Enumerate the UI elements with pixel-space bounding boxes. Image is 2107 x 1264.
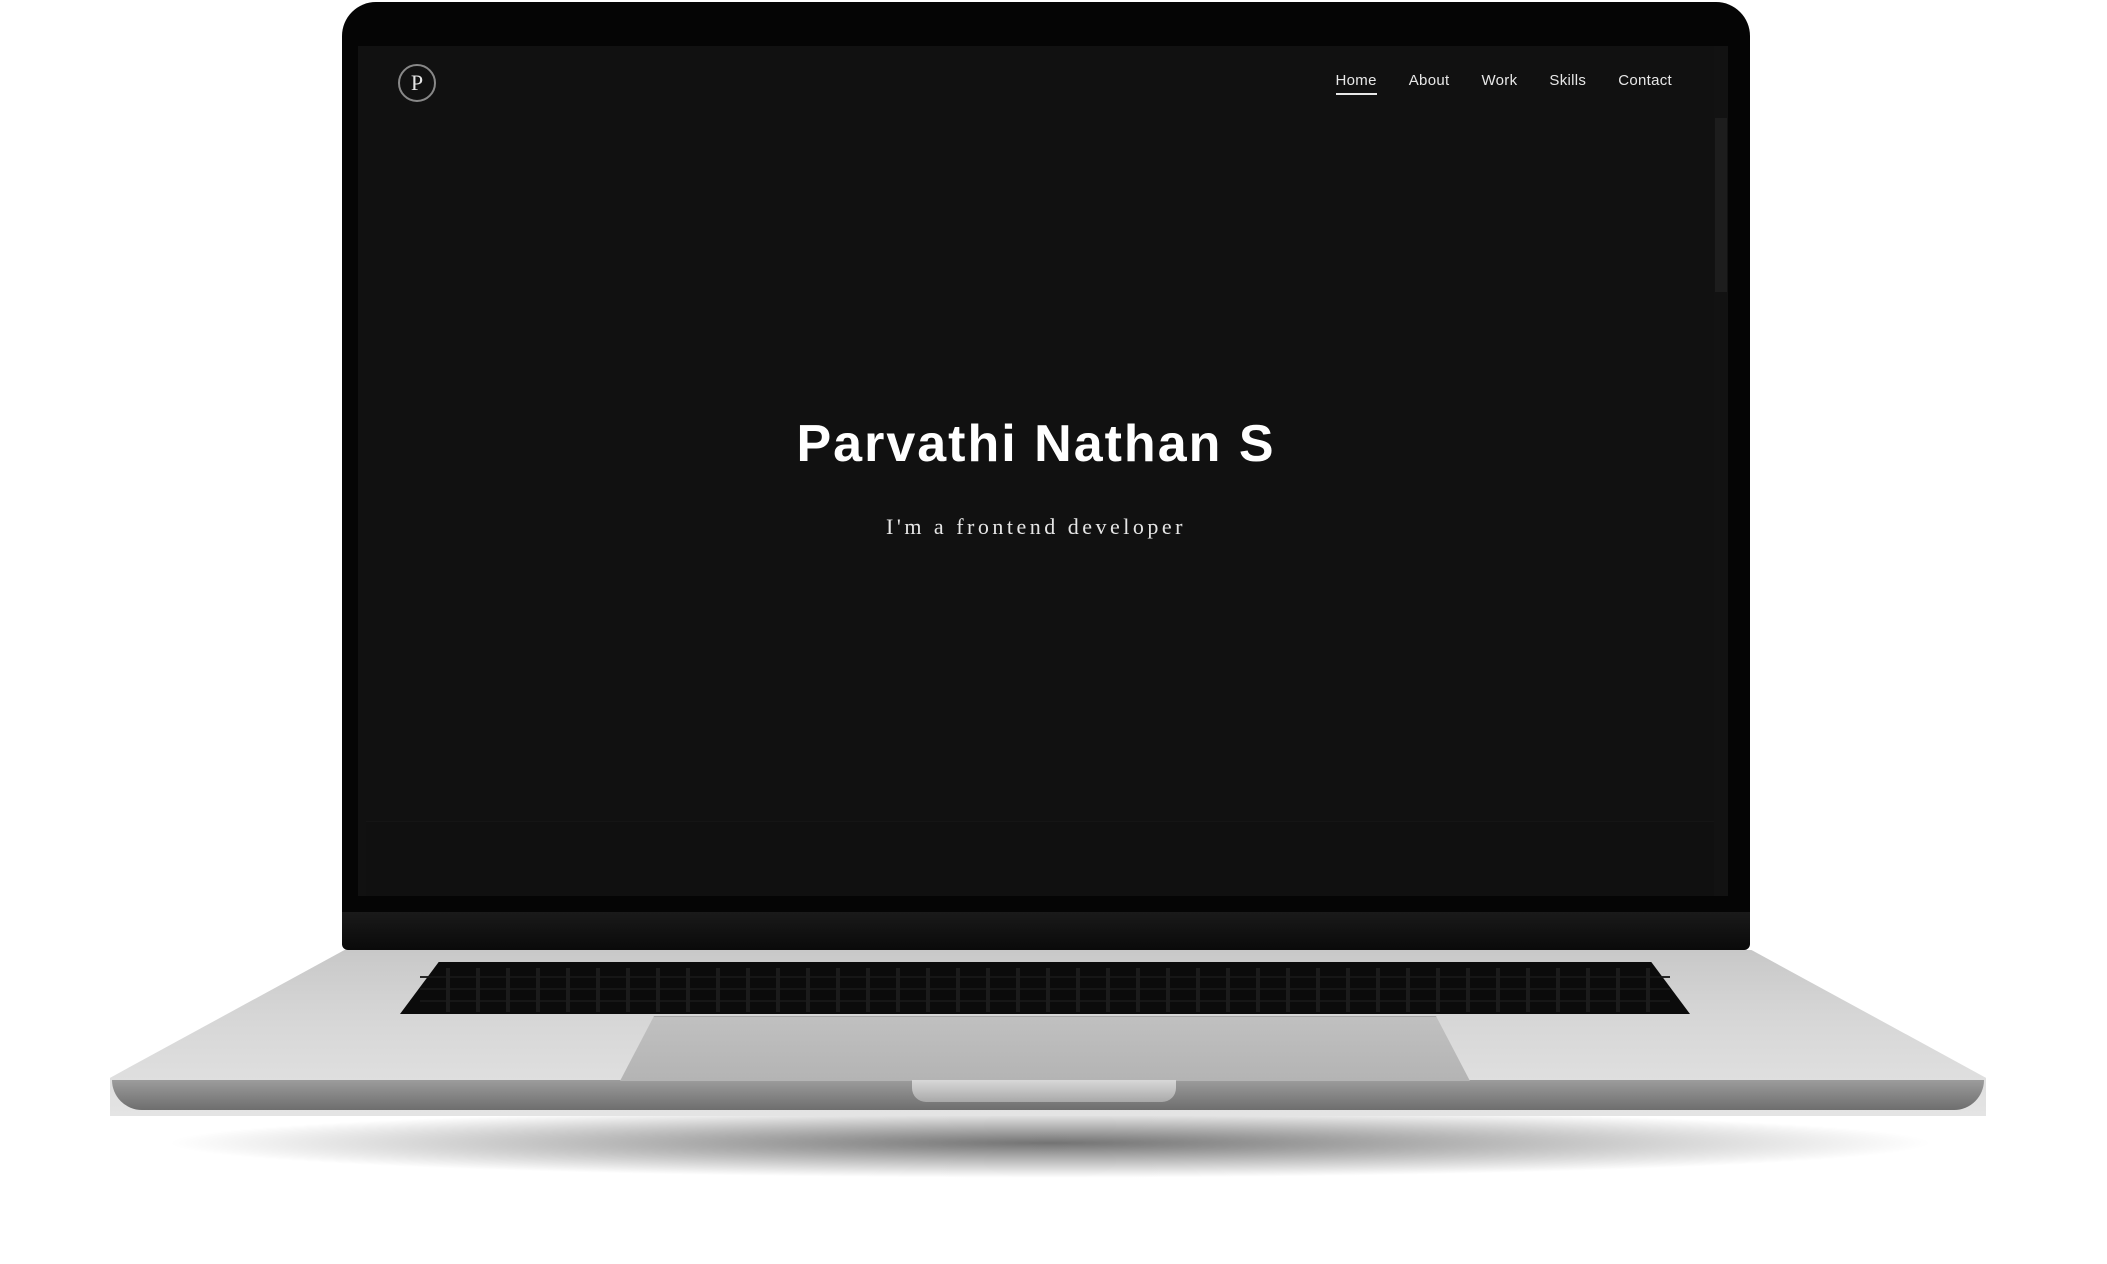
nav-about-link[interactable]: About [1393,72,1466,95]
scrollbar-thumb[interactable] [1715,118,1727,292]
keyboard-keys [420,968,1670,1012]
nav-contact-link[interactable]: Contact [1602,72,1688,95]
logo-icon[interactable]: P [398,64,436,102]
logo-letter: P [410,70,424,95]
browser-screen: P Home About Work Skills Contact Parvath… [358,46,1728,896]
footer-band [366,821,1714,896]
laptop-shadow [160,1108,1940,1178]
nav-skills-link[interactable]: Skills [1533,72,1602,95]
laptop-hinge [342,912,1750,950]
nav-work-link[interactable]: Work [1465,72,1533,95]
trackpad [620,1016,1470,1081]
hero-subtitle: I'm a frontend developer [886,514,1186,539]
main-nav: Home About Work Skills Contact [1320,72,1688,95]
nav-home-link[interactable]: Home [1320,72,1393,95]
lid-opening-notch [912,1080,1176,1102]
hero-title: Parvathi Nathan S [796,415,1276,473]
